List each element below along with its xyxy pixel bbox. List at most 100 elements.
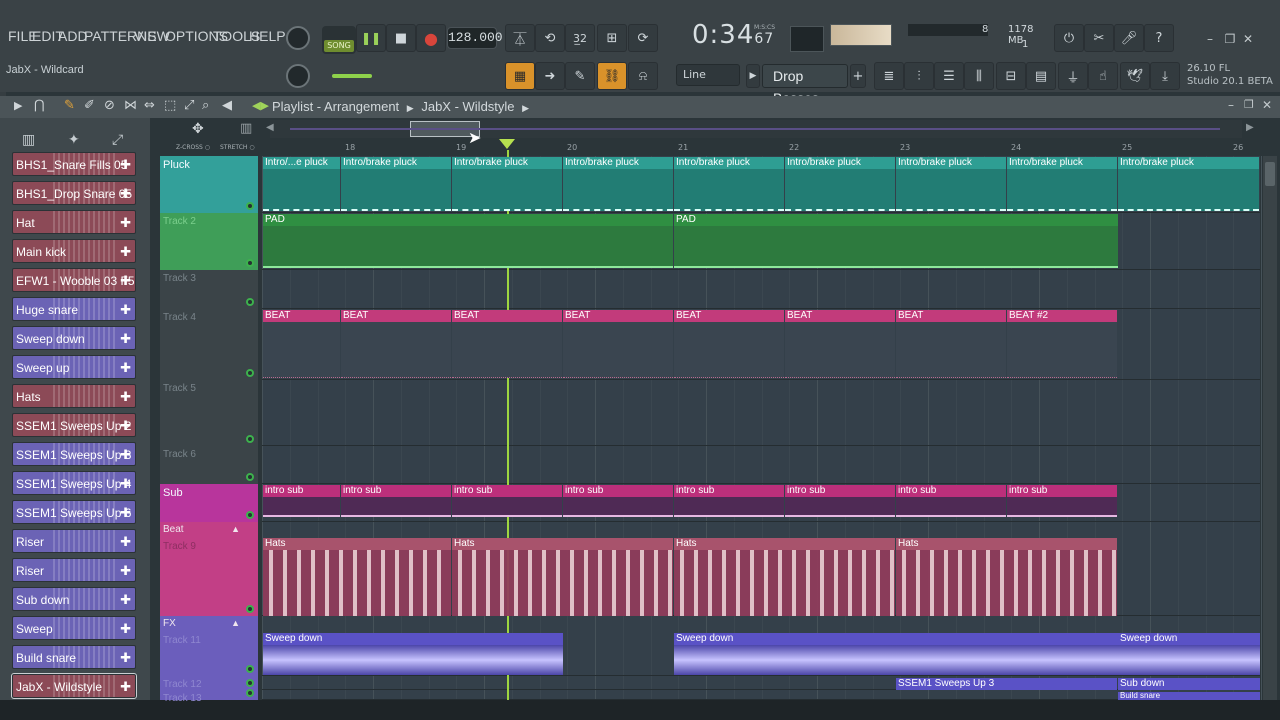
picker-item[interactable]: Riser ✚ [12,558,136,582]
clip-header[interactable]: Intro/brake pluck [452,157,562,169]
clip-body[interactable] [263,497,340,517]
clip-header[interactable]: BEAT [785,310,895,322]
track-header[interactable]: Track 4 [160,309,258,380]
track-enable-led[interactable] [246,202,254,210]
track-enable-led[interactable] [246,665,254,673]
magnet-icon[interactable]: ⋂ [34,98,45,113]
clip-body[interactable] [674,169,784,211]
clip-header[interactable]: Intro/brake pluck [785,157,895,169]
clip-header[interactable]: Intro/brake pluck [896,157,1006,169]
master-volume-knob-icon[interactable] [286,26,310,50]
clip-body[interactable] [452,497,562,517]
project-button[interactable]: ▤ [1026,62,1056,90]
add-to-playlist-icon[interactable]: ✚ [120,327,131,349]
clip-header[interactable]: intro sub [896,485,1006,497]
add-pattern-button[interactable]: + [850,64,866,88]
menu-help[interactable]: HELP [249,28,286,44]
minimize-icon[interactable]: – [1202,32,1218,46]
picker-item[interactable]: Sweep down ✚ [12,326,136,350]
collapse-arrow-icon[interactable]: ▲ [231,618,240,628]
touch-button[interactable]: ☝ [1088,62,1118,90]
breadcrumb-playlist[interactable]: Playlist - Arrangement [272,99,399,114]
track-header[interactable]: Track 13 [160,689,258,704]
bird-button[interactable]: 🕊︎ [1120,62,1150,90]
pattern-selector[interactable]: Drop Basses [762,64,848,106]
clip-body[interactable] [563,169,673,211]
clip-body[interactable] [341,497,451,517]
track-enable-led[interactable] [246,298,254,306]
track-enable-led[interactable] [246,511,254,519]
clip-body[interactable] [263,322,340,378]
track-mode-icon[interactable]: ▥ [240,121,252,136]
add-to-playlist-icon[interactable]: ✚ [120,675,131,697]
clip-header[interactable]: Sub down [1118,678,1260,690]
download-button[interactable]: ⤓ [1150,62,1180,90]
clip-header[interactable]: Hats [896,538,1117,550]
clip-body[interactable] [674,322,784,378]
speaker-icon[interactable]: ◀ [222,98,232,113]
master-pitch-knob-icon[interactable] [286,64,310,88]
audio-icon[interactable]: ✦ [68,132,80,148]
clip-header[interactable]: Build snare [1118,692,1260,700]
track-enable-led[interactable] [246,369,254,377]
search-icon[interactable]: ⌕ [202,98,209,113]
bar-number[interactable]: 20 [567,143,577,152]
bar-number[interactable]: 25 [1122,143,1132,152]
clip-body[interactable] [341,169,451,211]
track-header[interactable]: Pluck [160,156,258,213]
snap-forward-button[interactable]: ➜ [535,62,565,90]
picker-item[interactable]: BHS1_Drop Snare 05 ✚ [12,181,136,205]
track-enable-led[interactable] [246,605,254,613]
browser-button[interactable]: ⊟ [996,62,1026,90]
clip-header[interactable]: Hats [452,538,673,550]
clip-header[interactable]: PAD [674,214,1118,226]
clip-header[interactable]: intro sub [1007,485,1117,497]
clip-header[interactable]: BEAT [896,310,1006,322]
picker-item[interactable]: Huge snare ✚ [12,297,136,321]
add-to-playlist-icon[interactable]: ✚ [120,617,131,639]
step-edit-button[interactable]: ⊞ [597,24,627,52]
automation-icon[interactable]: ⤢ [112,132,123,148]
clip-header[interactable]: intro sub [452,485,562,497]
playlist-button[interactable]: ▦ [505,62,535,90]
clip-body[interactable] [896,497,1006,517]
clip-header[interactable]: SSEM1 Sweeps Up 3 [896,678,1117,690]
channel-rack-button[interactable]: ☰ [934,62,964,90]
clip-header[interactable]: intro sub [341,485,451,497]
tempo-display[interactable]: 128.000 [447,27,503,49]
picker-item[interactable]: EFW1 - Wooble 03 F5 ✚ [12,268,136,292]
clip-header[interactable]: Hats [263,538,451,550]
picker-item[interactable]: SSEM1 Sweeps Up 4 ✚ [12,471,136,495]
clip-body[interactable] [452,322,562,378]
playhead-marker-icon[interactable] [499,139,515,149]
view-playlist-button[interactable]: ≣ [874,62,904,90]
clip-header[interactable]: PAD [263,214,673,226]
picker-item[interactable]: Riser ✚ [12,529,136,553]
clip-header[interactable]: BEAT [452,310,562,322]
clip-body[interactable] [263,169,340,211]
stop-button[interactable]: ■ [386,24,416,52]
clip-header[interactable]: Intro/brake pluck [674,157,784,169]
clip-body[interactable] [341,322,451,378]
clip-body[interactable] [674,645,1118,675]
picker-item[interactable]: Build snare ✚ [12,645,136,669]
clip-body[interactable] [785,322,895,378]
stamp-button[interactable]: ⍾ [628,62,658,90]
plugin-button[interactable]: ⏚ [1058,62,1088,90]
add-to-playlist-icon[interactable]: ✚ [120,385,131,407]
bar-number[interactable]: 22 [789,143,799,152]
add-to-playlist-icon[interactable]: ✚ [120,646,131,668]
track-header[interactable]: Beat ▲ Track 9 [160,522,258,616]
clip-header[interactable]: Hats [674,538,895,550]
clip-body[interactable] [896,169,1006,211]
track-header[interactable]: Track 2 [160,213,258,270]
clip-header[interactable]: BEAT #2 [1007,310,1117,322]
pattern-icon[interactable]: ▥ [22,132,35,148]
clip-body[interactable] [674,226,1118,268]
picker-item[interactable]: Sweep up ✚ [12,355,136,379]
loop-record-button[interactable]: ⟳ [628,24,658,52]
select-tool-icon[interactable]: ⬚ [164,98,176,113]
add-to-playlist-icon[interactable]: ✚ [120,559,131,581]
brush-tool-icon[interactable]: ✐ [84,98,95,113]
picker-item[interactable]: Hats ✚ [12,384,136,408]
